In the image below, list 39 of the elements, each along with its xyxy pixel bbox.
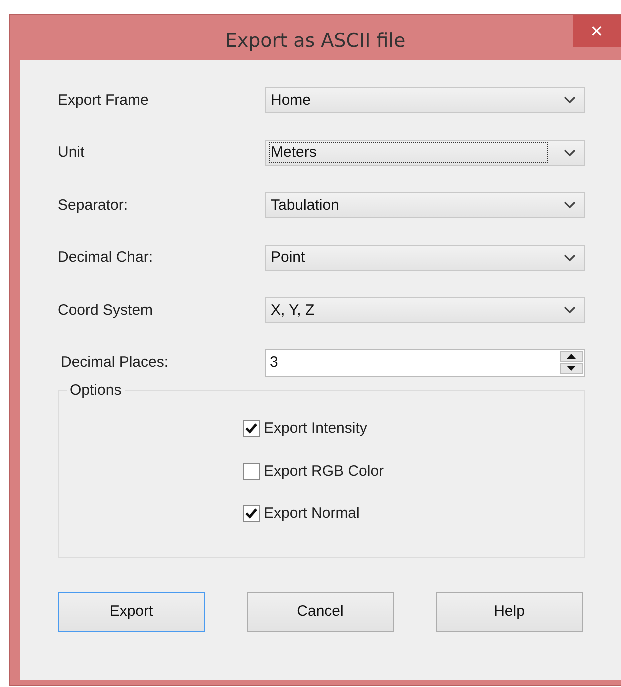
dropdown-value: Point: [270, 248, 306, 268]
chevron-down-icon: [564, 254, 576, 262]
chevron-down-icon: [564, 201, 576, 209]
spin-down-button[interactable]: [560, 363, 583, 374]
dropdown-value: Tabulation: [270, 196, 340, 216]
window-title: Export as ASCII file: [225, 28, 406, 52]
spin-field[interactable]: 3: [265, 348, 585, 376]
checkbox-label[interactable]: Export Normal: [264, 505, 360, 522]
down-triangle-icon: [567, 366, 576, 371]
spin-value: 3: [269, 353, 280, 373]
checkbox[interactable]: [243, 505, 260, 522]
dropdown-value: Home: [270, 90, 312, 110]
dropdown[interactable]: Meters: [265, 140, 585, 166]
checkbox-label[interactable]: Export RGB Color: [264, 462, 384, 480]
dropdown[interactable]: X, Y, Z: [265, 297, 585, 323]
field-label: Decimal Places:: [60, 354, 170, 371]
dropdown[interactable]: Point: [265, 244, 585, 270]
spin-up-button[interactable]: [560, 351, 583, 362]
chevron-down-icon: [564, 306, 576, 314]
dropdown-value: X, Y, Z: [270, 300, 316, 320]
chevron-down-icon: [564, 148, 576, 156]
close-button[interactable]: ✕: [573, 15, 621, 47]
group-title: Options: [67, 382, 125, 398]
field-label: Unit: [58, 144, 86, 161]
field-label: Separator:: [58, 196, 130, 214]
dialog-button[interactable]: Export: [58, 592, 205, 632]
chevron-down-icon: [564, 96, 576, 104]
field-label: Coord System: [58, 302, 154, 318]
checkbox-label[interactable]: Export Intensity: [264, 420, 368, 437]
dropdown-value: Meters: [269, 142, 548, 163]
checkbox[interactable]: [243, 462, 260, 480]
up-triangle-icon: [567, 354, 576, 359]
dropdown[interactable]: Tabulation: [265, 192, 585, 218]
checkbox[interactable]: [243, 420, 260, 437]
field-label: Decimal Char:: [58, 249, 154, 266]
dialog-button[interactable]: Cancel: [247, 592, 394, 632]
dialog-button[interactable]: Help: [436, 592, 583, 632]
dropdown[interactable]: Home: [265, 87, 585, 113]
field-label: Export Frame: [58, 92, 150, 108]
